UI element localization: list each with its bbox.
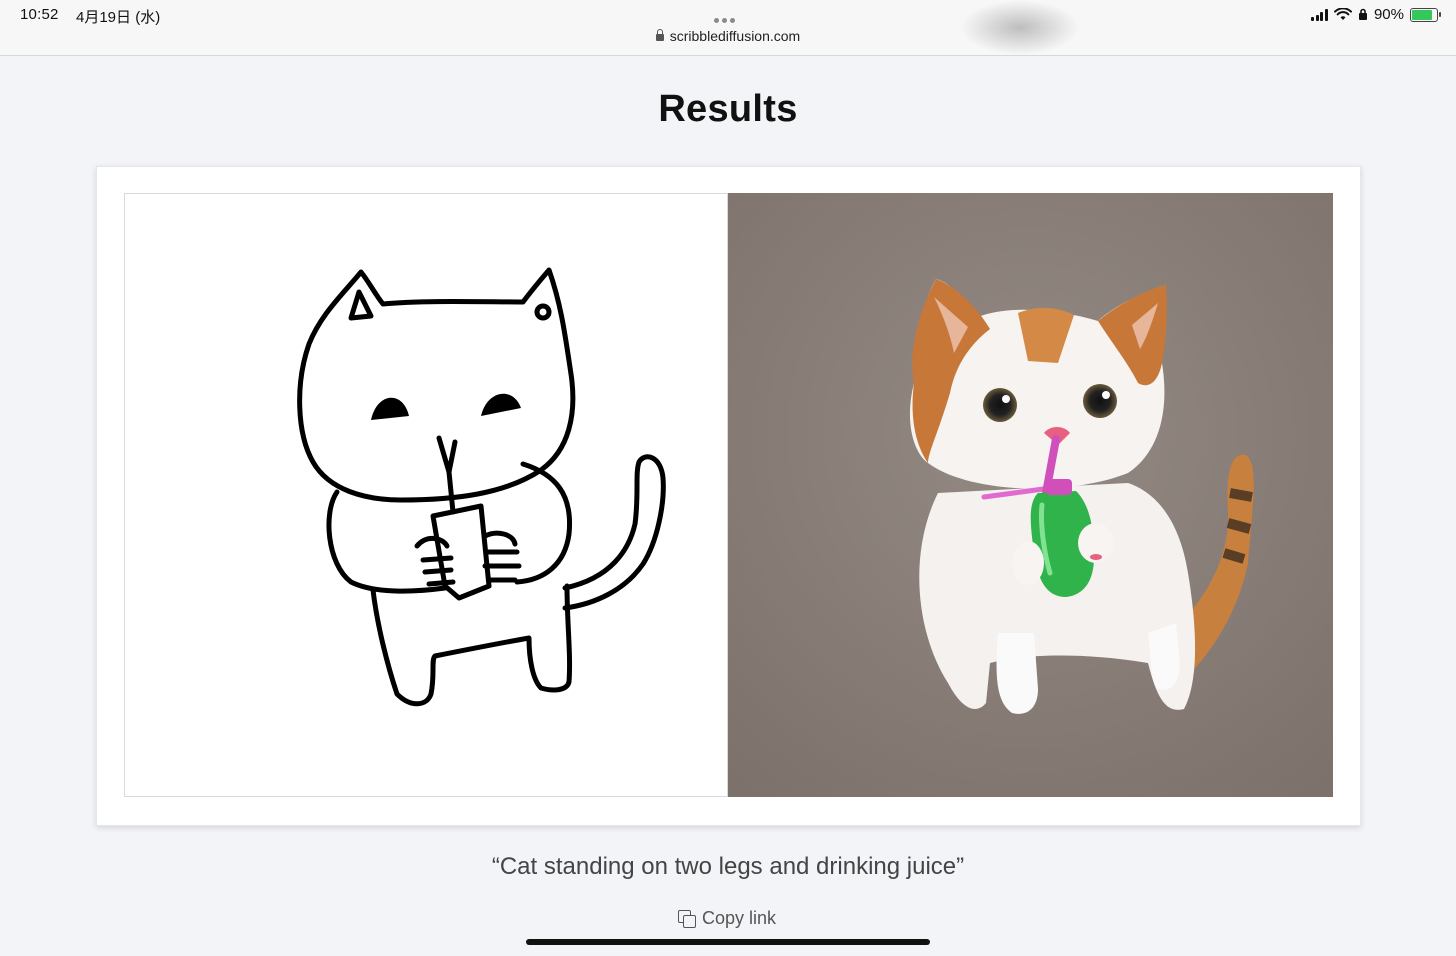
battery-icon bbox=[1410, 7, 1441, 22]
copy-link-label: Copy link bbox=[702, 908, 777, 928]
copy-link-button[interactable]: Copy link bbox=[678, 908, 776, 929]
home-indicator[interactable] bbox=[526, 939, 930, 945]
cat-scribble-drawing bbox=[297, 267, 666, 707]
scribble-image bbox=[124, 193, 728, 797]
copy-icon bbox=[678, 909, 696, 928]
generated-cat-photo bbox=[728, 193, 1333, 797]
multitasking-dots-icon[interactable] bbox=[714, 10, 742, 23]
lock-rotation-icon bbox=[1358, 8, 1367, 20]
status-bar: 10:52 4月19日 (水) scribblediffusion.com 90… bbox=[0, 0, 1456, 56]
generated-image bbox=[728, 193, 1333, 797]
prompt-caption: “Cat standing on two legs and drinking j… bbox=[491, 853, 965, 880]
results-card bbox=[96, 166, 1361, 826]
url-text: scribblediffusion.com bbox=[669, 28, 801, 44]
status-time: 10:52 bbox=[20, 6, 59, 23]
status-date: 4月19日 (水) bbox=[76, 9, 161, 26]
page-title: Results bbox=[658, 88, 798, 130]
wifi-icon bbox=[1333, 8, 1352, 20]
status-right: 90% bbox=[1311, 6, 1441, 23]
address-bar[interactable]: scribblediffusion.com bbox=[0, 28, 1456, 44]
battery-percent: 90% bbox=[1373, 6, 1404, 23]
lock-icon bbox=[655, 29, 664, 41]
signal-icon bbox=[1311, 8, 1328, 21]
